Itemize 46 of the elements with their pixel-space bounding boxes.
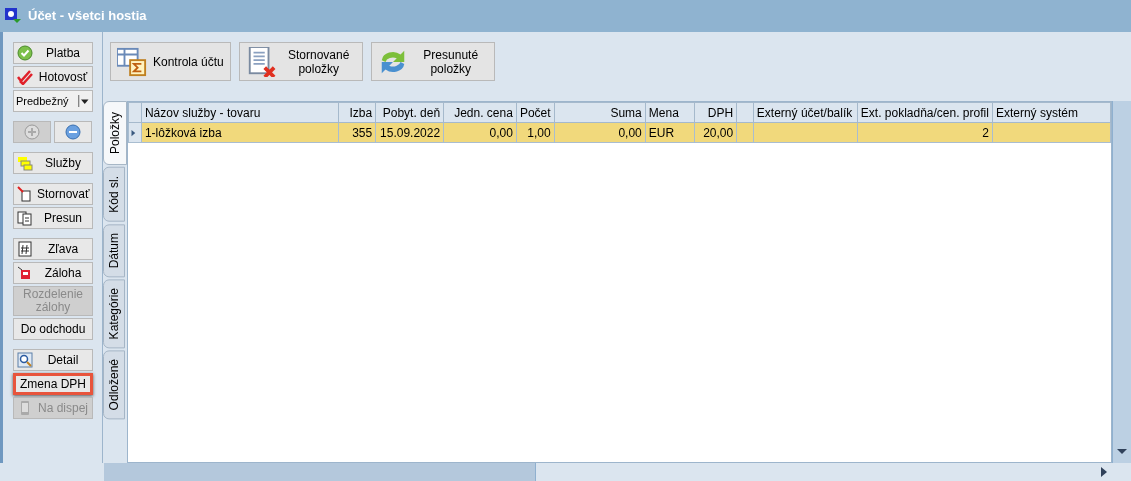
- sidebar-button[interactable]: Stornovať: [13, 183, 93, 205]
- vertical-tab[interactable]: Kód sl.: [103, 167, 125, 222]
- check-icon: [17, 45, 33, 61]
- vertical-tab[interactable]: Položky: [103, 101, 127, 166]
- sidebar-button[interactable]: Do odchodu: [13, 318, 93, 340]
- column-header: Mena: [645, 102, 695, 123]
- column-header: Jedn. cena: [443, 102, 517, 123]
- scrollbar-thumb[interactable]: [104, 463, 536, 481]
- plus-icon: [24, 124, 40, 140]
- vertical-tab[interactable]: Kategórie: [103, 279, 125, 349]
- sidebar-button[interactable]: Zľava: [13, 238, 93, 260]
- remove-button[interactable]: [54, 121, 92, 143]
- add-button[interactable]: [13, 121, 51, 143]
- vertical-scrollbar[interactable]: [1112, 101, 1131, 463]
- app-icon: [4, 7, 22, 25]
- hash-document-icon: [17, 241, 33, 257]
- window-title: Účet - všetci hostia: [28, 7, 147, 26]
- magnifier-icon: [17, 352, 33, 368]
- column-header: Pobyt. deň: [375, 102, 444, 123]
- folders-icon: [17, 155, 33, 171]
- vertical-tab[interactable]: Dátum: [103, 223, 125, 278]
- checkmark-icon: [17, 69, 33, 85]
- toolbar-button[interactable]: Stornované položky: [238, 42, 363, 81]
- sidebar-button[interactable]: Presun: [13, 207, 93, 229]
- toolbar-button[interactable]: Presunuté položky: [370, 42, 495, 81]
- sidebar-button[interactable]: Služby: [13, 152, 93, 174]
- column-header: Ext. pokladňa/cen. profil: [857, 102, 993, 123]
- sidebar-button[interactable]: Hotovosť: [13, 66, 93, 88]
- column-header: Izba: [338, 102, 376, 123]
- column-header: DPH: [694, 102, 737, 123]
- column-header: Externý systém: [992, 102, 1111, 123]
- vertical-tab[interactable]: Odložené: [103, 350, 125, 420]
- table-sum-icon: [117, 46, 147, 77]
- toolbar-button[interactable]: Kontrola účtu: [110, 42, 231, 81]
- sidebar-button[interactable]: Zmena DPH: [13, 373, 93, 395]
- status-dropdown[interactable]: Predbežný: [13, 90, 93, 112]
- dropdown-arrow-icon[interactable]: [78, 94, 90, 108]
- column-header: Názov služby - tovaru: [141, 102, 339, 123]
- documents-icon: [17, 210, 33, 226]
- column-header: Suma: [554, 102, 646, 123]
- sidebar-button[interactable]: Záloha: [13, 262, 93, 284]
- sidebar-button[interactable]: Platba: [13, 42, 93, 64]
- sidebar-button[interactable]: Detail: [13, 349, 93, 371]
- column-header: Počet: [516, 102, 555, 123]
- column-header: Externý účet/balík: [753, 102, 858, 123]
- minus-icon: [65, 124, 81, 140]
